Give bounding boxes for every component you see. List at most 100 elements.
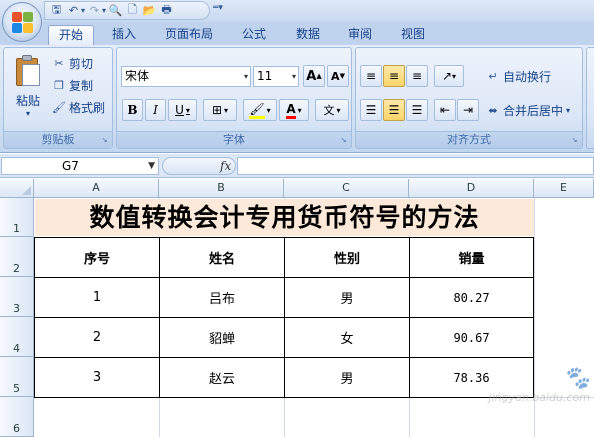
row-header-6[interactable]: 6: [0, 397, 34, 437]
header-cell-gender[interactable]: 性别: [284, 237, 410, 278]
paste-dropdown-icon[interactable]: ▾: [9, 109, 47, 118]
font-color-button[interactable]: A ▾: [279, 99, 309, 121]
column-header-e[interactable]: E: [534, 179, 594, 198]
shrink-font-button[interactable]: A ▼: [327, 65, 349, 87]
column-header-a[interactable]: A: [34, 179, 159, 198]
font-launcher-icon[interactable]: ↘: [339, 136, 348, 145]
borders-button[interactable]: ⊞ ▾: [203, 99, 237, 121]
table-cell[interactable]: 男: [284, 277, 410, 318]
decrease-indent-button[interactable]: ⇤: [434, 99, 456, 121]
tab-insert[interactable]: 插入: [102, 25, 146, 46]
alignment-group: ≡ ≡ ≡ ↗ ▾ ☰ ☰ ☰ ⇤ ⇥ ↵ 自动换行 ⬌ 合并后居中 ▾ 对齐方式…: [355, 47, 583, 149]
save-icon[interactable]: 🖫: [49, 3, 64, 18]
clipboard-launcher-icon[interactable]: ↘: [100, 136, 109, 145]
align-bottom-icon: ≡: [411, 69, 423, 83]
table-cell[interactable]: 貂蝉: [159, 317, 285, 358]
clipboard-group-label: 剪贴板: [4, 131, 112, 148]
new-document-icon[interactable]: 🗋: [125, 3, 140, 18]
table-cell[interactable]: 男: [284, 357, 410, 398]
title-merged-cell[interactable]: 数值转换会计专用货币符号的方法: [35, 199, 534, 236]
increase-indent-button[interactable]: ⇥: [457, 99, 479, 121]
shrink-font-label: A: [331, 69, 340, 83]
fill-color-button[interactable]: 🖌 ▾: [243, 99, 277, 121]
formula-input[interactable]: [237, 157, 594, 175]
name-box[interactable]: G7 ▼: [1, 157, 159, 175]
name-box-value: G7: [62, 159, 79, 173]
next-group: [586, 47, 594, 149]
phonetic-guide-button[interactable]: 文 ▾: [315, 99, 349, 121]
cut-label: 剪切: [69, 56, 94, 71]
print-icon[interactable]: 🖶: [159, 3, 174, 18]
font-name-value: 宋体: [125, 69, 150, 83]
grow-font-button[interactable]: A ▲: [303, 65, 325, 87]
align-top-button[interactable]: ≡: [360, 65, 382, 87]
cut-button[interactable]: ✂ 剪切: [52, 53, 93, 73]
copy-button[interactable]: ❐ 复制: [52, 75, 93, 95]
header-cell-sales[interactable]: 销量: [409, 237, 534, 278]
grow-font-label: A: [306, 68, 317, 84]
ribbon-tabs: 开始 插入 页面布局 公式 数据 审阅 视图: [0, 22, 594, 46]
wrap-text-label: 自动换行: [503, 69, 552, 84]
row-header-4[interactable]: 4: [0, 317, 34, 357]
format-painter-button[interactable]: 🖌 格式刷: [52, 97, 105, 117]
redo-icon[interactable]: ↷: [87, 3, 102, 18]
table-cell[interactable]: 3: [34, 357, 160, 398]
tab-formulas[interactable]: 公式: [232, 25, 276, 46]
undo-dropdown-icon[interactable]: ▾: [81, 6, 85, 15]
row-header-2[interactable]: 2: [0, 237, 34, 277]
align-center-button[interactable]: ☰: [383, 99, 405, 121]
column-header-b[interactable]: B: [159, 179, 284, 198]
paste-button[interactable]: 粘贴 ▾: [9, 52, 47, 126]
alignment-group-label: 对齐方式: [356, 131, 582, 148]
underline-button[interactable]: U ▾: [168, 99, 197, 121]
redo-dropdown-icon[interactable]: ▾: [102, 6, 106, 15]
tab-data[interactable]: 数据: [286, 25, 330, 46]
table-cell[interactable]: 90.67: [409, 317, 534, 358]
office-button[interactable]: [2, 2, 42, 42]
customize-toolbar-icon[interactable]: ═▾: [213, 3, 223, 13]
tab-view[interactable]: 视图: [391, 25, 435, 46]
italic-button[interactable]: I: [145, 99, 166, 121]
font-name-select[interactable]: 宋体 ▾: [121, 66, 251, 87]
column-header-c[interactable]: C: [284, 179, 409, 198]
row-header-5[interactable]: 5: [0, 357, 34, 397]
select-all-button[interactable]: [0, 179, 34, 198]
tab-review[interactable]: 审阅: [338, 25, 382, 46]
merge-dropdown-icon[interactable]: ▾: [566, 106, 570, 115]
wrap-text-button[interactable]: ↵ 自动换行: [486, 66, 551, 86]
alignment-launcher-icon[interactable]: ↘: [570, 136, 579, 145]
row-header-3[interactable]: 3: [0, 277, 34, 317]
tab-home[interactable]: 开始: [48, 25, 94, 46]
orientation-button[interactable]: ↗ ▾: [434, 65, 464, 87]
table-cell[interactable]: 1: [34, 277, 160, 318]
merge-center-button[interactable]: ⬌ 合并后居中 ▾: [486, 100, 570, 120]
table-cell[interactable]: 80.27: [409, 277, 534, 318]
underline-label: U: [175, 103, 184, 117]
table-cell[interactable]: 赵云: [159, 357, 285, 398]
align-top-icon: ≡: [365, 69, 377, 83]
increase-indent-icon: ⇥: [462, 103, 474, 117]
open-icon[interactable]: 📂: [142, 3, 157, 18]
align-left-button[interactable]: ☰: [360, 99, 382, 121]
header-cell-index[interactable]: 序号: [34, 237, 160, 278]
bold-button[interactable]: B: [122, 99, 143, 121]
column-header-d[interactable]: D: [409, 179, 534, 198]
print-preview-icon[interactable]: 🔍: [108, 3, 123, 18]
row-header-1[interactable]: 1: [0, 198, 34, 237]
table-cell[interactable]: 2: [34, 317, 160, 358]
table-cell[interactable]: 女: [284, 317, 410, 358]
align-right-button[interactable]: ☰: [406, 99, 428, 121]
font-size-select[interactable]: 11 ▾: [253, 66, 299, 87]
tab-page-layout[interactable]: 页面布局: [157, 25, 221, 46]
align-bottom-button[interactable]: ≡: [406, 65, 428, 87]
orientation-icon: ↗: [441, 69, 453, 83]
chevron-down-icon[interactable]: ▼: [148, 158, 155, 174]
table-cell[interactable]: 吕布: [159, 277, 285, 318]
undo-icon[interactable]: ↶: [66, 3, 81, 18]
clipboard-group: 粘贴 ▾ ✂ 剪切 ❐ 复制 🖌 格式刷 剪贴板 ↘: [3, 47, 113, 149]
align-middle-button[interactable]: ≡: [383, 65, 405, 87]
quick-access-toolbar: 🖫 ↶ ▾ ↷ ▾ 🔍 🗋 📂 🖶: [44, 1, 210, 20]
insert-function-icon[interactable]: fx: [220, 159, 231, 173]
header-cell-name[interactable]: 姓名: [159, 237, 285, 278]
font-color-icon: A: [286, 102, 296, 119]
